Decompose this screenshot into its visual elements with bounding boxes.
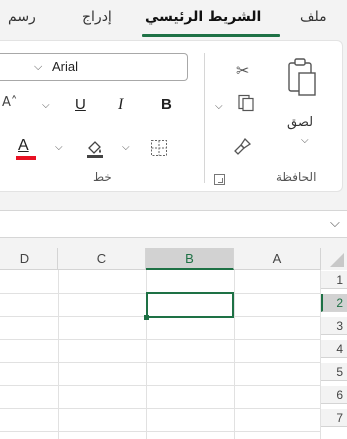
bold-button[interactable]: B — [161, 96, 172, 113]
font-color-button[interactable]: A — [18, 137, 29, 155]
row-header-6[interactable]: 6 — [321, 386, 347, 404]
grid-row-line — [0, 362, 321, 363]
column-header-d[interactable]: D — [0, 248, 58, 270]
row-header-7[interactable]: 7 — [321, 409, 347, 427]
formula-bar[interactable]: ⌵ — [0, 210, 347, 238]
column-header-a[interactable]: A — [234, 248, 321, 270]
grid-row-line — [0, 408, 321, 409]
font-name-box[interactable]: ⌵ Arial — [0, 53, 188, 81]
active-tab-indicator — [142, 34, 280, 37]
select-all-triangle-icon — [330, 253, 344, 267]
row-header-4[interactable]: 4 — [321, 340, 347, 358]
italic-button[interactable]: I — [118, 96, 123, 114]
font-name-value: Arial — [52, 59, 79, 74]
grow-font-icon[interactable]: A˄ — [2, 96, 17, 109]
borders-icon[interactable] — [150, 139, 168, 157]
copy-icon[interactable] — [237, 94, 255, 112]
chevron-down-icon[interactable]: ⌵ — [122, 143, 130, 153]
row-header-5[interactable]: 5 — [321, 363, 347, 381]
grid-column-line — [58, 270, 59, 439]
group-separator — [204, 53, 205, 183]
row-header-1[interactable]: 1 — [321, 271, 347, 289]
tab-home[interactable]: الشريط الرئيسي — [145, 9, 261, 25]
ribbon-tabs: رسم إدراج الشريط الرئيسي ملف — [0, 0, 347, 40]
chevron-down-icon[interactable]: ⌵ — [55, 143, 63, 153]
formula-bar-gap — [0, 238, 347, 248]
tab-insert[interactable]: إدراج — [82, 9, 112, 25]
expand-formula-bar-icon[interactable]: ⌵ — [330, 216, 340, 231]
font-group-label: خط — [93, 170, 112, 184]
dialog-launcher-icon[interactable] — [214, 174, 225, 185]
paste-icon[interactable] — [286, 57, 318, 99]
grid-column-line — [320, 270, 321, 439]
chevron-down-icon[interactable]: ⌵ — [215, 101, 223, 112]
grid-column-line — [234, 270, 235, 439]
grid-row-line — [0, 385, 321, 386]
tab-file[interactable]: ملف — [300, 9, 327, 25]
chevron-down-icon[interactable]: ⌵ — [42, 101, 50, 111]
column-header-c[interactable]: C — [58, 248, 146, 270]
active-cell-b2[interactable] — [144, 292, 234, 320]
grid-row-line — [0, 431, 321, 432]
worksheet-grid[interactable]: D C B A 1 2 3 4 5 6 7 — [0, 248, 347, 439]
fill-color-icon[interactable] — [84, 137, 106, 159]
font-color-swatch — [16, 156, 36, 160]
tab-draw[interactable]: رسم — [8, 9, 36, 25]
paste-button[interactable]: لصق — [287, 115, 313, 130]
column-header-row: D C B A — [0, 248, 347, 270]
underline-button[interactable]: U — [75, 96, 86, 113]
ribbon-panel: ⌵ Arial A˄ ⌵ U I B A ⌵ ⌵ خط ✂ ⌵ لصق ⌵ ال… — [0, 40, 343, 192]
clipboard-group-label: الحافظة — [276, 170, 317, 184]
chevron-down-icon[interactable]: ⌵ — [34, 60, 42, 74]
column-header-b[interactable]: B — [146, 248, 234, 270]
cut-icon[interactable]: ✂ — [236, 61, 249, 80]
ribbon-bottom-gap — [0, 196, 347, 210]
chevron-down-icon[interactable]: ⌵ — [301, 135, 309, 146]
ribbon: ⌵ Arial A˄ ⌵ U I B A ⌵ ⌵ خط ✂ ⌵ لصق ⌵ ال… — [0, 40, 347, 196]
format-painter-icon[interactable] — [233, 136, 253, 156]
select-all-corner[interactable] — [321, 248, 347, 270]
grid-row-line — [0, 339, 321, 340]
row-header-3[interactable]: 3 — [321, 317, 347, 335]
row-header-2[interactable]: 2 — [321, 294, 347, 312]
